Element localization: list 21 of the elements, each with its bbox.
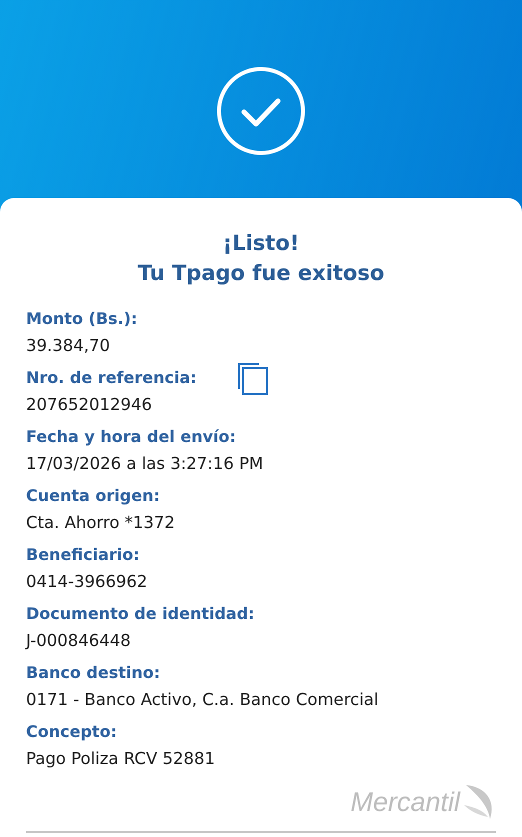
field-value: 39.384,70 — [26, 335, 110, 357]
copy-icon[interactable] — [237, 361, 269, 395]
field-value: 17/03/2026 a las 3:27:16 PM — [26, 453, 264, 475]
field-value: J-000846448 — [26, 630, 131, 652]
field-value: Cta. Ahorro *1372 — [26, 512, 175, 534]
field-label: Monto (Bs.): — [26, 308, 138, 330]
field-value: 0414-3966962 — [26, 571, 148, 593]
field-label: Concepto: — [26, 721, 117, 743]
field-label: Fecha y hora del envío: — [26, 426, 236, 448]
checkmark-circle-icon — [216, 66, 306, 156]
success-title: ¡Listo! — [222, 230, 300, 257]
field-label: Documento de identidad: — [26, 603, 255, 625]
field-label: Beneficiario: — [26, 544, 140, 566]
success-title: Tu Tpago fue exitoso — [138, 260, 384, 287]
field-label: Cuenta origen: — [26, 485, 160, 507]
field-value: 0171 - Banco Activo, C.a. Banco Comercial — [26, 689, 378, 711]
field-label: Banco destino: — [26, 662, 160, 684]
field-value: 207652012946 — [26, 394, 152, 416]
brand-logo-text: Mercantil — [350, 786, 460, 818]
field-label: Nro. de referencia: — [26, 367, 197, 389]
field-value: Pago Poliza RCV 52881 — [26, 748, 215, 770]
